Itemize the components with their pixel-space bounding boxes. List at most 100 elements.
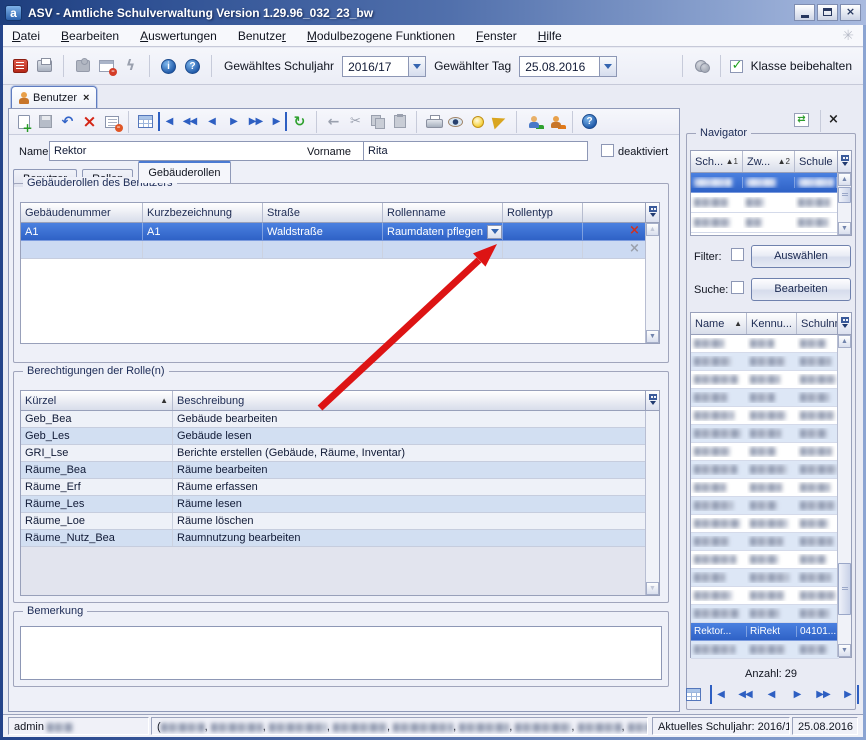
permission-row[interactable]: Räume_ErfRäume erfassen (21, 479, 647, 496)
zones-scrollbar[interactable]: ▲ ▼ (837, 173, 851, 235)
col-kuerzel[interactable]: Kürzel▲ (21, 391, 173, 410)
fast-prev-page-icon[interactable]: ◀◀ (736, 685, 755, 704)
zone-row[interactable] (691, 173, 837, 193)
user-row[interactable] (691, 605, 839, 623)
user-row[interactable] (691, 353, 839, 371)
search-edit-button[interactable]: Bearbeiten (751, 278, 851, 301)
switch-view-icon[interactable]: ⇄ (792, 110, 811, 129)
menu-item-6[interactable]: Hilfe (538, 29, 562, 43)
deactivated-checkbox[interactable] (601, 144, 614, 157)
user-row[interactable] (691, 497, 839, 515)
user-add-icon[interactable] (524, 112, 543, 131)
permissions-scrollbar[interactable]: ▼ (645, 411, 659, 595)
permission-row[interactable]: GRI_LseBerichte erstellen (Gebäude, Räum… (21, 445, 647, 462)
col-schule[interactable]: Schule (795, 151, 837, 172)
filter-checkbox[interactable] (731, 248, 744, 261)
user-row[interactable] (691, 479, 839, 497)
help-icon[interactable]: ? (183, 57, 202, 76)
column-config-button[interactable] (645, 203, 659, 222)
notification-icon[interactable] (490, 112, 509, 131)
building-role-row[interactable]: A1 A1 Waldstraße Raumdaten pflegen × (21, 223, 647, 241)
vorname-input[interactable]: Rita (363, 141, 588, 161)
new-record-icon[interactable] (14, 112, 33, 131)
column-config-button[interactable] (837, 151, 851, 172)
menu-item-5[interactable]: Fenster (476, 29, 517, 43)
user-row[interactable] (691, 641, 839, 659)
hint-icon[interactable] (468, 112, 487, 131)
user-row[interactable] (691, 515, 839, 533)
preview-icon[interactable] (446, 112, 465, 131)
permission-row[interactable]: Räume_BeaRäume bearbeiten (21, 462, 647, 479)
col-strasse[interactable]: Straße (263, 203, 383, 222)
user-row[interactable] (691, 425, 839, 443)
report-icon[interactable] (11, 57, 30, 76)
user-row[interactable] (691, 407, 839, 425)
col-zone-1[interactable]: Sch...▲1 (691, 151, 743, 172)
tab-benutzer[interactable]: Benutzer × (11, 86, 97, 108)
school-year-select[interactable]: 2016/17 (342, 56, 426, 77)
first-record-icon[interactable]: ◀ (158, 112, 177, 131)
next-page-icon[interactable]: ▶ (788, 685, 807, 704)
menu-item-4[interactable]: Modulbezogene Funktionen (307, 29, 455, 43)
close-panel-icon[interactable]: × (824, 110, 843, 129)
fast-next-icon[interactable]: ▶▶ (246, 112, 265, 131)
minimize-button[interactable] (794, 4, 815, 21)
building-roles-scrollbar[interactable]: ▲ ▼ (645, 223, 659, 343)
tab-close-icon[interactable]: × (83, 92, 89, 104)
permission-row[interactable]: Räume_LoeRäume löschen (21, 513, 647, 530)
column-config-button[interactable] (645, 391, 659, 410)
prev-record-icon[interactable]: ◀ (202, 112, 221, 131)
tab-gebaeuderollen[interactable]: Gebäuderollen (138, 161, 230, 183)
permission-row[interactable]: Geb_LesGebäude lesen (21, 428, 647, 445)
user-row[interactable] (691, 443, 839, 461)
close-button[interactable]: × (840, 4, 861, 21)
first-page-icon[interactable]: ◀ (710, 685, 729, 704)
menu-item-3[interactable]: Benutzer (238, 29, 286, 43)
edit-form-icon[interactable] (102, 112, 121, 131)
undo-icon[interactable]: ↶ (58, 112, 77, 131)
col-kurzbezeichnung[interactable]: Kurzbezeichnung (143, 203, 263, 222)
user-row[interactable] (691, 587, 839, 605)
delete-record-icon[interactable]: × (80, 112, 99, 131)
user-remove-icon[interactable] (546, 112, 565, 131)
zone-row[interactable] (691, 213, 837, 233)
col-zone-2[interactable]: Zw...▲2 (743, 151, 795, 172)
col-beschreibung[interactable]: Beschreibung (173, 391, 645, 410)
prev-page-icon[interactable]: ◀ (762, 685, 781, 704)
table-view-icon[interactable] (684, 685, 703, 704)
last-record-icon[interactable]: ▶ (268, 112, 287, 131)
col-schulnr[interactable]: Schulnr. (797, 313, 837, 334)
user-row-selected[interactable]: Rektor...RiRekt04101... (691, 623, 839, 641)
user-row[interactable] (691, 371, 839, 389)
col-rollenname[interactable]: Rollenname (383, 203, 503, 222)
col-gebaeudenummer[interactable]: Gebäudenummer (21, 203, 143, 222)
keep-class-checkbox[interactable] (730, 60, 743, 73)
menu-item-1[interactable]: Bearbeiten (61, 29, 119, 43)
refresh-icon[interactable]: ↻ (290, 112, 309, 131)
menu-item-2[interactable]: Auswertungen (140, 29, 217, 43)
table-view-icon[interactable] (136, 112, 155, 131)
permission-row[interactable]: Räume_LesRäume lesen (21, 496, 647, 513)
maximize-button[interactable] (817, 4, 838, 21)
context-help-icon[interactable]: ? (580, 112, 599, 131)
col-name[interactable]: Name▲ (691, 313, 747, 334)
bemerkung-textarea[interactable] (20, 626, 662, 680)
permission-row[interactable]: Räume_Nutz_BeaRaumnutzung bearbeiten (21, 530, 647, 547)
next-record-icon[interactable]: ▶ (224, 112, 243, 131)
user-row[interactable] (691, 551, 839, 569)
user-row[interactable] (691, 569, 839, 587)
filter-select-button[interactable]: Auswählen (751, 245, 851, 268)
search-checkbox[interactable] (731, 281, 744, 294)
fast-prev-icon[interactable]: ◀◀ (180, 112, 199, 131)
menu-item-0[interactable]: Datei (12, 29, 40, 43)
fast-next-page-icon[interactable]: ▶▶ (814, 685, 833, 704)
zone-row[interactable] (691, 193, 837, 213)
print-list-icon[interactable] (35, 57, 54, 76)
user-row[interactable] (691, 533, 839, 551)
column-config-button[interactable] (837, 313, 851, 334)
col-rollentyp[interactable]: Rollentyp (503, 203, 583, 222)
user-row[interactable] (691, 335, 839, 353)
user-row[interactable] (691, 461, 839, 479)
users-scrollbar[interactable]: ▲ ▼ (837, 335, 851, 657)
permission-row[interactable]: Geb_BeaGebäude bearbeiten (21, 411, 647, 428)
